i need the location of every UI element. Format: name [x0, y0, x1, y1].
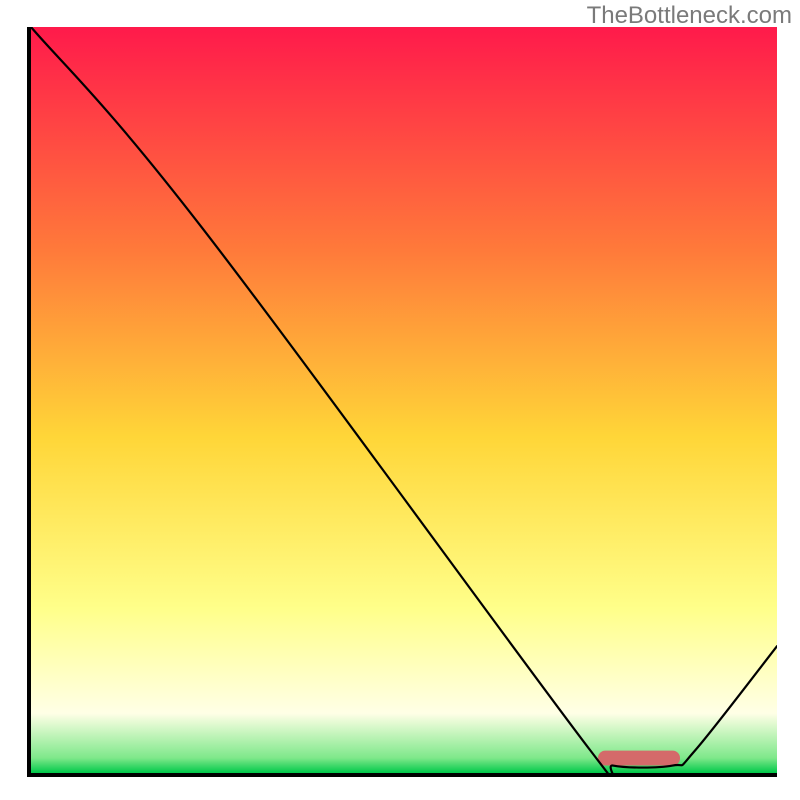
watermark-text: TheBottleneck.com [587, 2, 792, 30]
chart-frame: TheBottleneck.com [0, 0, 800, 800]
gradient-background [31, 27, 777, 773]
chart-canvas [31, 27, 777, 773]
optimal-zone-bar [598, 751, 680, 766]
